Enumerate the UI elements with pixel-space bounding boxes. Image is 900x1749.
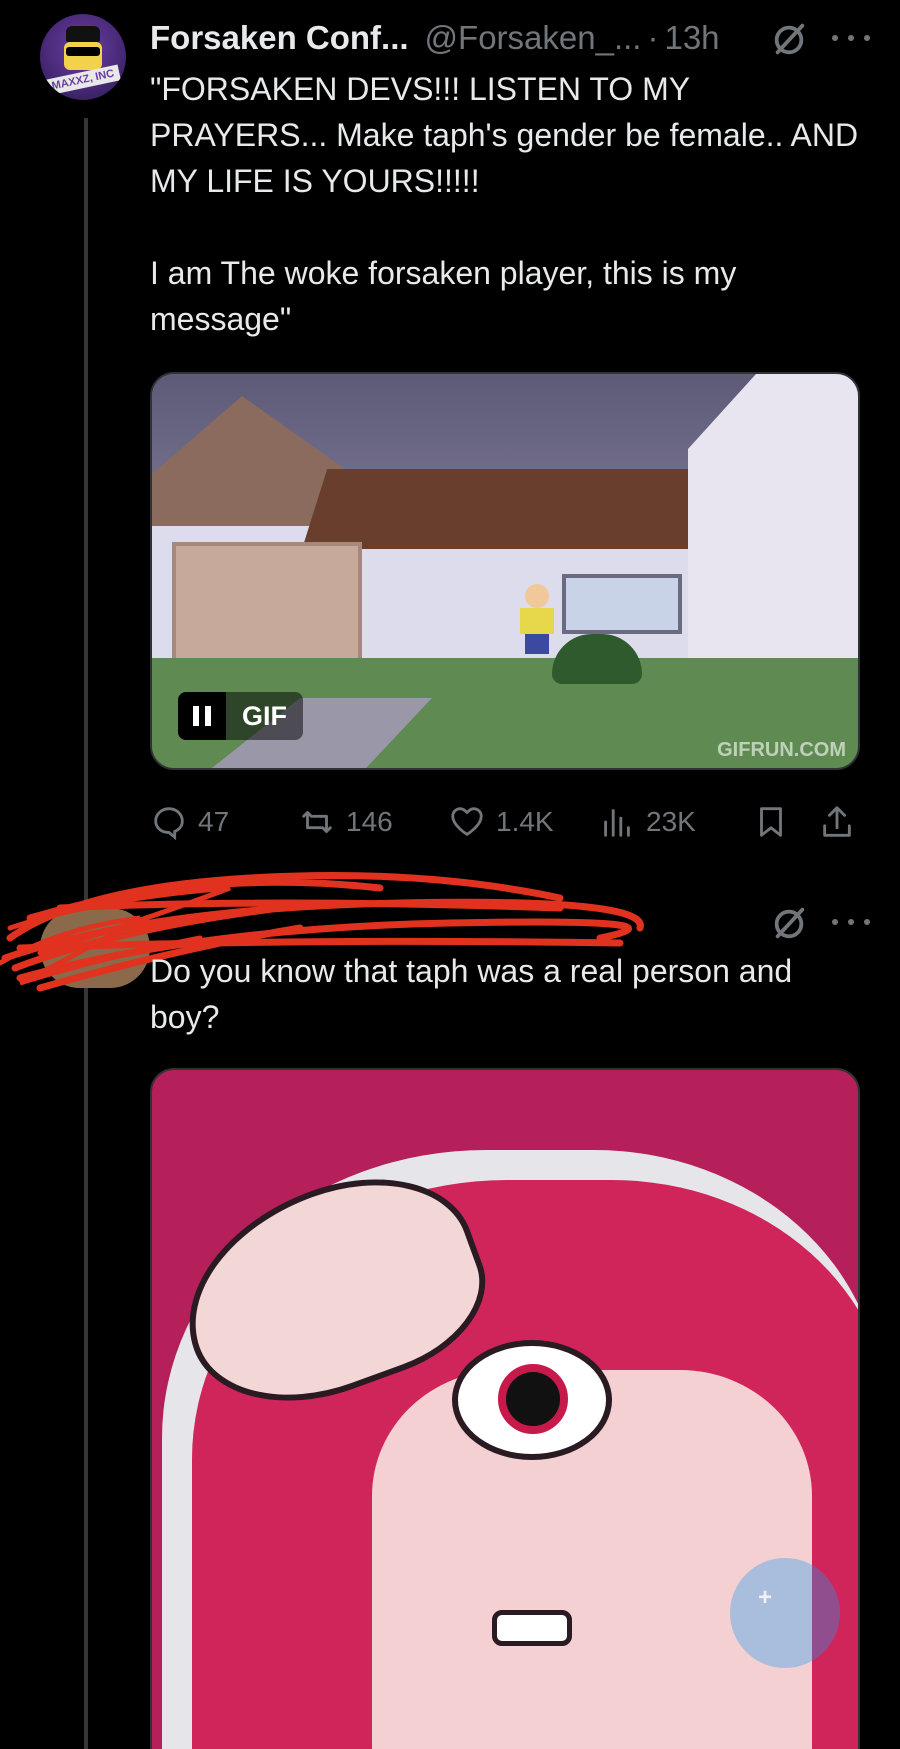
- views-button[interactable]: 23K: [598, 800, 696, 844]
- reply-button[interactable]: 47: [150, 800, 229, 844]
- reply-icon: [154, 807, 184, 841]
- scene-roof: [302, 469, 722, 549]
- pause-icon[interactable]: [178, 692, 226, 740]
- art-eye: [452, 1340, 612, 1460]
- reply-tweet-text: Do you know that taph was a real person …: [150, 953, 802, 1035]
- avatar-glasses: [66, 47, 100, 56]
- more-icon[interactable]: [832, 28, 870, 48]
- compose-icon: +: [758, 1584, 773, 1611]
- repost-count: 146: [346, 806, 393, 837]
- separator-dot: ·: [647, 19, 659, 56]
- avatar-hat: [66, 26, 100, 42]
- views-icon: [604, 809, 630, 837]
- share-button[interactable]: [818, 800, 866, 844]
- repost-icon: [302, 811, 332, 833]
- grok-icon[interactable]: [770, 904, 808, 942]
- user-handle[interactable]: @Forsaken_...: [425, 19, 642, 57]
- gif-watermark: GIFRUN.COM: [717, 739, 846, 761]
- display-name[interactable]: Forsaken Conf...: [150, 19, 409, 57]
- repost-button[interactable]: 146: [298, 800, 393, 844]
- like-count: 1.4K: [496, 806, 554, 837]
- like-icon: [451, 807, 483, 837]
- compose-button[interactable]: +: [730, 1558, 840, 1668]
- scene-character: [520, 584, 554, 654]
- more-icon[interactable]: [832, 912, 870, 932]
- view-count: 23K: [646, 806, 696, 837]
- tweet-text: "FORSAKEN DEVS!!! LISTEN TO MY PRAYERS..…: [150, 71, 859, 337]
- gif-media[interactable]: GIF GIFRUN.COM: [150, 372, 860, 770]
- gif-label: GIF: [226, 692, 303, 740]
- grok-icon[interactable]: [770, 20, 808, 58]
- timestamp[interactable]: 13h: [664, 19, 719, 57]
- art-mouth: [492, 1610, 572, 1646]
- bookmark-icon: [760, 807, 782, 837]
- bookmark-button[interactable]: [752, 800, 800, 844]
- share-icon: [823, 806, 851, 837]
- reply-count: 47: [198, 806, 230, 837]
- tweet-header: Forsaken Conf... @Forsaken_... · 13h: [150, 16, 870, 60]
- avatar[interactable]: MAXXZ, INC: [40, 14, 126, 100]
- like-button[interactable]: 1.4K: [448, 800, 554, 844]
- scene-window: [562, 574, 682, 634]
- action-bar: 47 146 1.4K 23K: [150, 800, 860, 844]
- gif-badge[interactable]: GIF: [178, 692, 303, 740]
